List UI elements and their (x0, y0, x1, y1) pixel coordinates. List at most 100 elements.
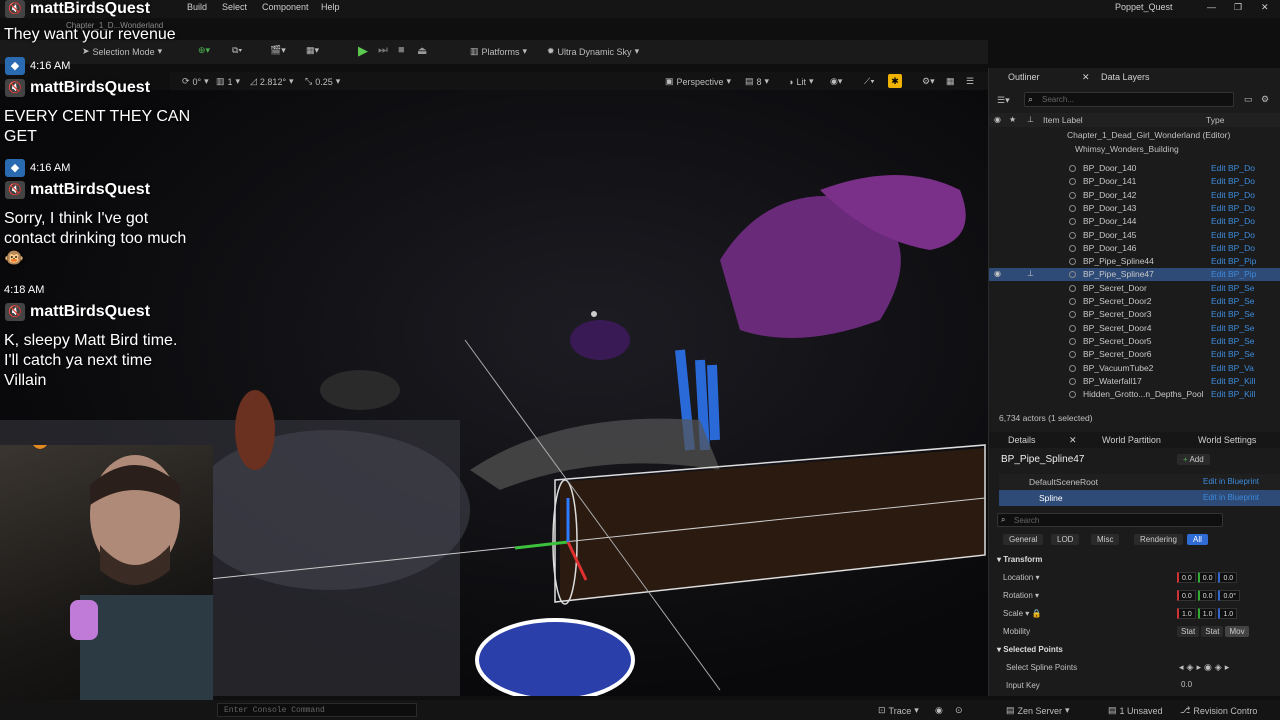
eject-icon[interactable]: ⏏ (417, 44, 427, 57)
rotation-dropdown[interactable]: Rotation ▾ (1003, 591, 1039, 600)
layout-icon[interactable]: ▦ (946, 76, 955, 87)
outliner-row[interactable]: BP_VacuumTube2 Edit BP_Va (989, 362, 1280, 375)
tab-world-settings[interactable]: World Settings (1198, 435, 1256, 445)
menu-select[interactable]: Select (222, 2, 247, 12)
minimize-icon[interactable]: — (1207, 2, 1216, 12)
outliner-row-type[interactable]: Edit BP_Se (1211, 309, 1254, 319)
close-icon[interactable]: ✕ (1069, 435, 1077, 446)
outliner-row[interactable]: BP_Door_142 Edit BP_Do (989, 189, 1280, 202)
outliner-row-type[interactable]: Edit BP_Do (1211, 176, 1255, 186)
outliner-row[interactable]: BP_Door_140 Edit BP_Do (989, 162, 1280, 175)
outliner-row-type[interactable]: Edit BP_Se (1211, 296, 1254, 306)
outliner-row-type[interactable]: Edit BP_Se (1211, 336, 1254, 346)
stop-icon[interactable]: ■ (398, 44, 405, 56)
blueprint-icon[interactable]: ⧉▾ (232, 45, 242, 56)
outliner-row-type[interactable]: Edit BP_Va (1211, 363, 1254, 373)
outliner-row[interactable]: BP_Secret_Door Edit BP_Se (989, 282, 1280, 295)
outliner-row[interactable]: BP_Door_144 Edit BP_Do (989, 215, 1280, 228)
add-button[interactable]: + Add (1177, 454, 1210, 465)
location-y[interactable]: 0.0 (1197, 572, 1217, 583)
outliner-row[interactable]: BP_Secret_Door3 Edit BP_Se (989, 308, 1280, 321)
section-selected-points[interactable]: ▾ Selected Points (997, 645, 1063, 654)
outliner-row[interactable]: BP_Secret_Door4 Edit BP_Se (989, 322, 1280, 335)
sky-button[interactable]: ✹ Ultra Dynamic Sky ▾ (547, 46, 639, 57)
grid-snap[interactable]: ▥ 1 ▾ (216, 76, 240, 87)
tab-world-partition[interactable]: World Partition (1102, 435, 1161, 445)
outliner-row-type[interactable]: Edit BP_Do (1211, 203, 1255, 213)
outliner-row-type[interactable]: Edit BP_Kill (1211, 376, 1255, 386)
filter-lod[interactable]: LOD (1051, 534, 1080, 545)
outliner-row-type[interactable]: Edit BP_Se (1211, 349, 1254, 359)
scale-y[interactable]: 1.0 (1197, 608, 1217, 619)
add-actor-icon[interactable]: ⊕▾ (198, 45, 210, 56)
actor-name[interactable]: BP_Pipe_Spline47 (1001, 454, 1084, 465)
camera-speed[interactable]: ▤ 8 ▾ (745, 76, 769, 87)
scale-snap[interactable]: ⤡ 0.25 ▾ (305, 76, 340, 87)
platforms-button[interactable]: ▥ Platforms ▾ (470, 46, 527, 57)
pin-icon[interactable]: ⊥ (1027, 269, 1034, 278)
component-spline[interactable]: Spline Edit in Blueprint (999, 490, 1280, 506)
maximize-icon[interactable]: ❐ (1234, 2, 1242, 13)
location-x[interactable]: 0.0 (1177, 572, 1196, 583)
filter-general[interactable]: General (1003, 534, 1044, 545)
outliner-row[interactable]: BP_Waterfall17 Edit BP_Kill (989, 375, 1280, 388)
play-icon[interactable]: ▶ (358, 43, 368, 59)
location-z[interactable]: 0.0 (1218, 572, 1238, 583)
outliner-row[interactable]: BP_Door_145 Edit BP_Do (989, 229, 1280, 242)
outliner-row[interactable]: BP_Pipe_Spline47 Edit BP_Pip ◉ ⊥ (989, 268, 1280, 282)
outliner-row[interactable]: BP_Secret_Door2 Edit BP_Se (989, 295, 1280, 308)
visibility-icon[interactable]: ◉ (994, 269, 1001, 278)
show-icon[interactable]: ◉▾ (830, 76, 842, 87)
settings-icon[interactable]: ⚙▾ (922, 76, 935, 87)
outliner-search-input[interactable]: ⌕ Search... (1024, 92, 1234, 107)
col-item-label[interactable]: Item Label (1043, 115, 1083, 125)
scale-x[interactable]: 1.0 (1177, 608, 1196, 619)
record-icon[interactable]: ◉ (935, 705, 943, 716)
outliner-row-type[interactable]: Edit BP_Do (1211, 216, 1255, 226)
outliner-root[interactable]: Chapter_1_Dead_Girl_Wonderland (Editor) (1067, 130, 1230, 140)
live-coding-icon[interactable]: ⊙ (955, 705, 963, 716)
details-search-input[interactable]: ⌕ Search (997, 513, 1223, 527)
perspective-button[interactable]: ▣ Perspective ▾ (665, 76, 731, 87)
filter-icon[interactable]: ☰▾ (997, 95, 1010, 106)
tab-data-layers[interactable]: Data Layers (1101, 72, 1150, 82)
outliner-row-type[interactable]: Edit BP_Do (1211, 243, 1255, 253)
settings-icon[interactable]: ⚙ (1261, 94, 1269, 105)
revision-control-button[interactable]: ⎇ Revision Contro (1180, 705, 1257, 716)
trace-button[interactable]: ⊡ Trace ▾ (878, 705, 919, 716)
close-icon[interactable]: ✕ (1082, 72, 1090, 83)
outliner-row[interactable]: BP_Door_141 Edit BP_Do (989, 175, 1280, 188)
tab-details[interactable]: Details (1008, 435, 1036, 445)
outliner-row-type[interactable]: Edit BP_Se (1211, 323, 1254, 333)
tab-outliner[interactable]: Outliner (1008, 72, 1040, 82)
outliner-row-type[interactable]: Edit BP_Kill (1211, 389, 1255, 399)
outliner-row[interactable]: BP_Secret_Door6 Edit BP_Se (989, 348, 1280, 361)
filter-all[interactable]: All (1187, 534, 1208, 545)
menu-icon[interactable]: ☰ (966, 76, 974, 87)
rotation-x[interactable]: 0.0 (1177, 590, 1196, 601)
realtime-icon[interactable]: ⟋▾ (864, 76, 875, 87)
mobility-movable[interactable]: Mov (1225, 626, 1249, 637)
menu-component[interactable]: Component (262, 2, 309, 12)
outliner-row[interactable]: BP_Door_146 Edit BP_Do (989, 242, 1280, 255)
lit-button[interactable]: ◑ Lit ▾ (788, 76, 813, 87)
step-icon[interactable]: ⏭ (378, 44, 388, 57)
col-type[interactable]: Type (1206, 115, 1224, 125)
input-key-value[interactable]: 0.0 (1181, 680, 1192, 689)
game-view-icon[interactable]: ✱ (888, 74, 902, 88)
outliner-folder[interactable]: Whimsy_Wonders_Building (1075, 144, 1179, 154)
outliner-row[interactable]: BP_Door_143 Edit BP_Do (989, 202, 1280, 215)
outliner-row[interactable]: Hidden_Grotto...n_Depths_Pool Edit BP_Kil… (989, 388, 1280, 401)
menu-help[interactable]: Help (321, 2, 340, 12)
section-transform[interactable]: ▾ Transform (997, 555, 1042, 564)
outliner-row[interactable]: BP_Secret_Door5 Edit BP_Se (989, 335, 1280, 348)
spline-point-icons[interactable]: ◂◈▸◉◈▸ (1179, 662, 1232, 673)
scale-z[interactable]: 1.0 (1218, 608, 1238, 619)
component-root[interactable]: DefaultSceneRoot Edit in Blueprint (999, 474, 1280, 490)
outliner-row-type[interactable]: Edit BP_Se (1211, 283, 1254, 293)
edit-blueprint-link[interactable]: Edit in Blueprint (1203, 493, 1259, 502)
outliner-row-type[interactable]: Edit BP_Pip (1211, 269, 1256, 279)
console-input[interactable]: Enter Console Command (217, 703, 417, 717)
server-button[interactable]: ▤ Zen Server ▾ (1006, 705, 1070, 716)
unsaved-button[interactable]: ▤ 1 Unsaved (1108, 705, 1163, 716)
